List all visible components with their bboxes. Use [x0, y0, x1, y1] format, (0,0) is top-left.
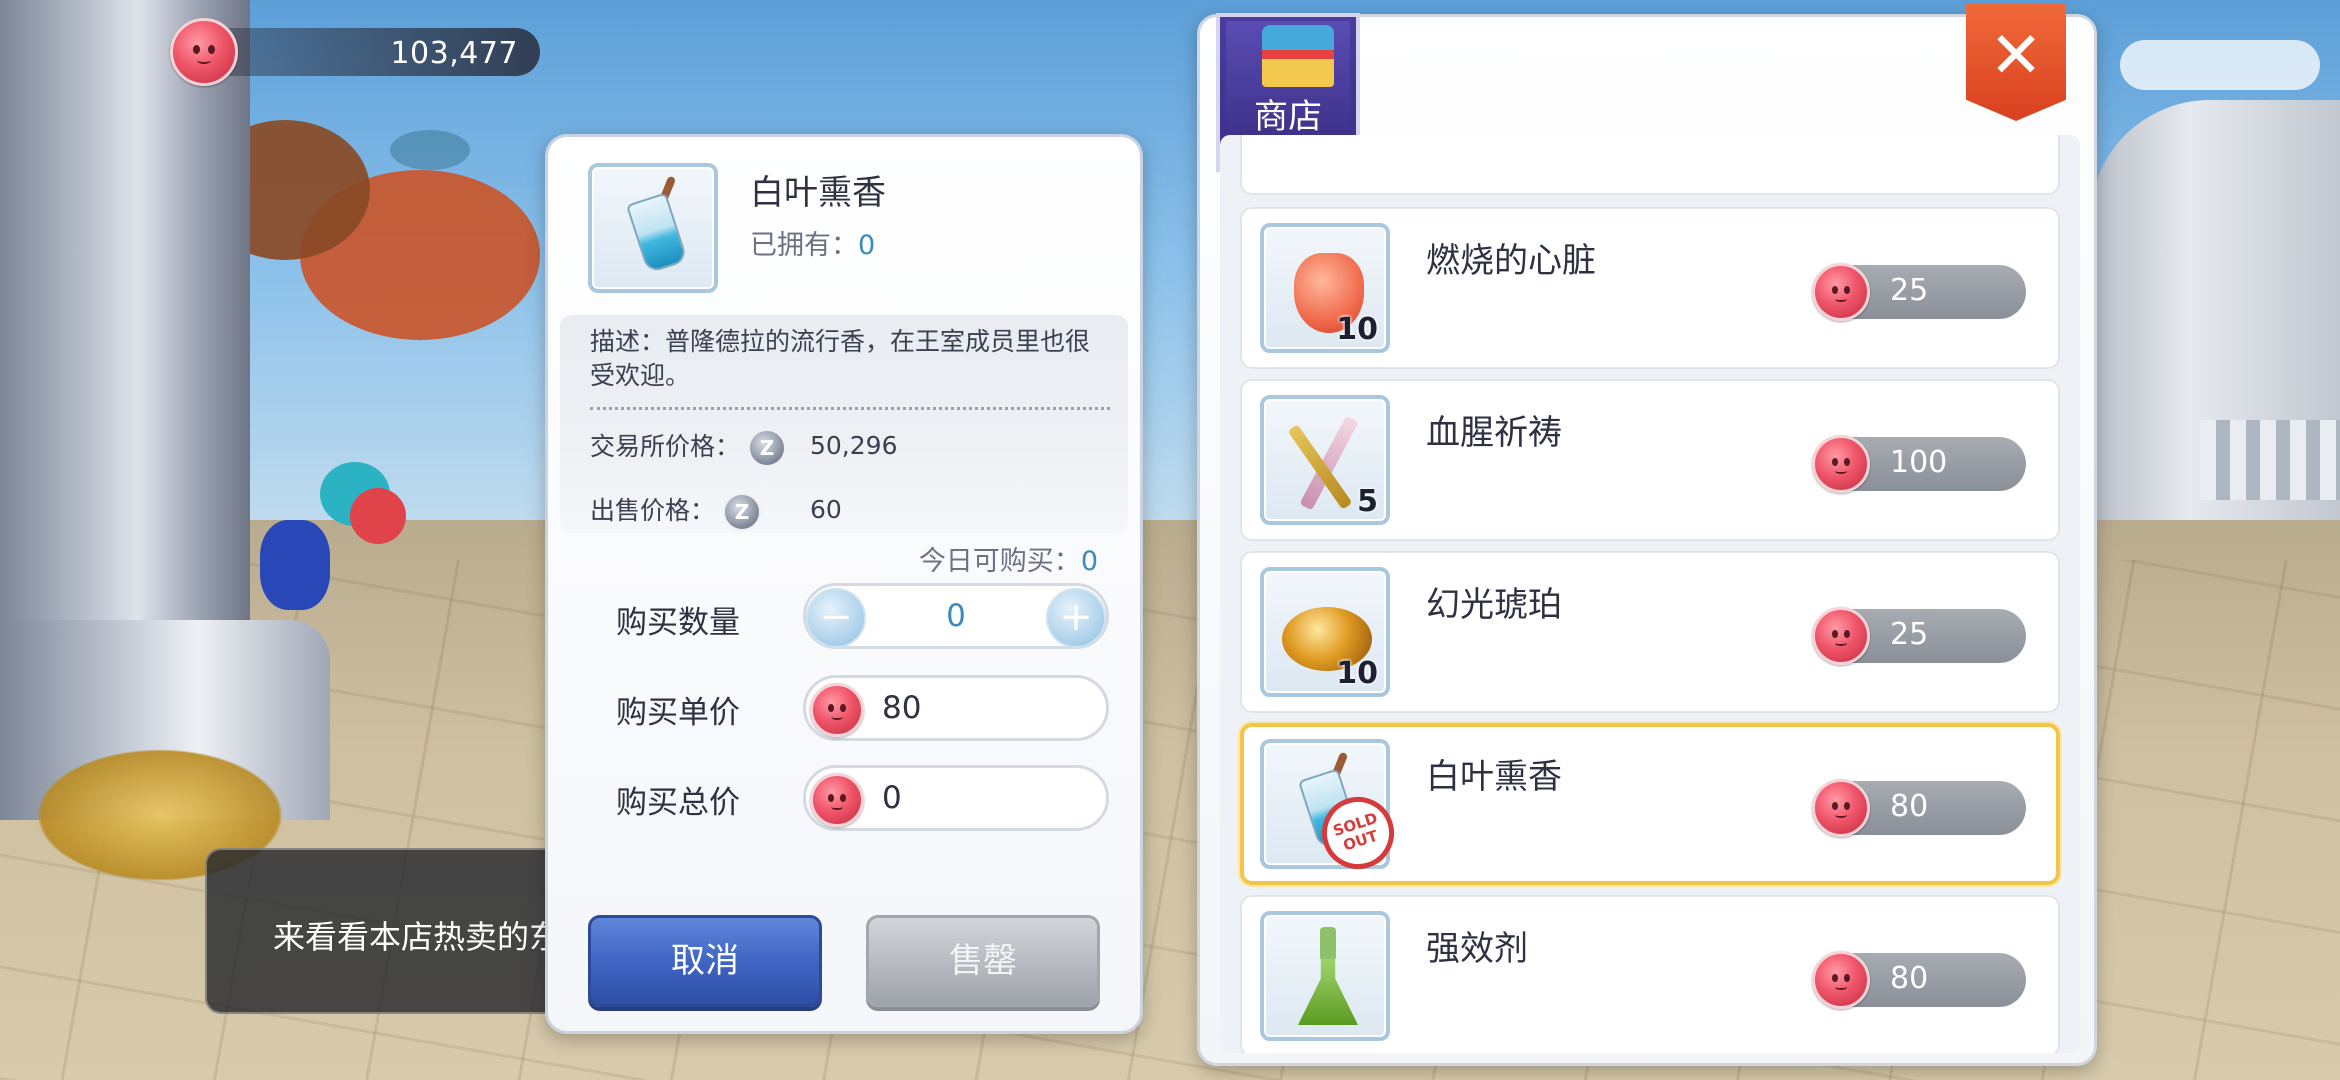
npc-character[interactable] [260, 520, 330, 610]
item-name: 强效剂 [1426, 929, 1528, 969]
unit-price-value: 80 [882, 690, 922, 726]
item-name: 白叶熏香 [1426, 757, 1562, 797]
close-icon: ✕ [1989, 19, 2043, 93]
item-icon-frame: SOLD OUT [1260, 739, 1404, 879]
item-name: 血腥祈祷 [1426, 413, 1562, 453]
increase-quantity-button[interactable]: + [1046, 588, 1106, 648]
currency-amount: 103,477 [390, 36, 518, 71]
close-button[interactable]: ✕ [1966, 3, 2066, 121]
zeny-icon: Z [722, 493, 761, 531]
decrease-quantity-button[interactable]: − [806, 588, 866, 648]
item-price: 25 [1812, 263, 2026, 321]
stone-railing [2200, 420, 2340, 500]
shop-banner-inner: 商店 [1226, 21, 1350, 149]
item-count: 10 [1336, 312, 1378, 347]
item-icon-frame: 5 [1260, 395, 1390, 525]
quantity-label: 购买数量 [616, 605, 740, 641]
cancel-button[interactable]: 取消 [588, 915, 822, 1007]
item-description: 描述：普隆德拉的流行香，在王室成员里也很受欢迎。 [590, 327, 1091, 390]
quantity-stepper[interactable]: 0 − + [803, 583, 1109, 649]
currency-bar: 103,477 [186, 28, 540, 76]
item-name: 燃烧的心脏 [1426, 241, 1596, 281]
item-icon-frame: 10 [1260, 223, 1390, 353]
zeny-icon: Z [747, 429, 786, 467]
owned-count: 已拥有：0 [750, 223, 875, 262]
crossed-daggers-icon [1299, 415, 1359, 511]
poring-coin-icon [1812, 779, 1870, 837]
item-detail-panel: 白叶熏香 已拥有：0 描述：普隆德拉的流行香，在王室成员里也很受欢迎。 交易所价… [545, 134, 1143, 1034]
item-price: 25 [1812, 607, 2026, 665]
owned-value: 0 [858, 230, 876, 261]
unit-price-field: 80 [803, 675, 1109, 741]
daily-limit-label: 今日可购买： [918, 546, 1081, 577]
incense-bottle-icon [625, 192, 689, 274]
sell-price-label: 出售价格： [590, 496, 716, 525]
poring-coin-icon [1812, 435, 1870, 493]
divider [590, 407, 1110, 410]
unit-price-label: 购买单价 [616, 695, 740, 731]
item-name: 白叶熏香 [750, 173, 886, 213]
poring-coin-icon [1812, 951, 1870, 1009]
npc-dialog-text: 来看看本店热卖的东 [273, 918, 562, 956]
shop-header: 商店 ✕ [1200, 3, 2094, 173]
item-detail-icon-frame [588, 163, 718, 293]
cloud [2120, 40, 2320, 90]
owned-label: 已拥有： [750, 230, 858, 261]
exchange-price-row: 交易所价格： Z [590, 427, 786, 467]
shop-item-row-selected[interactable]: SOLD OUT 白叶熏香 80 [1240, 723, 2060, 885]
item-price-value: 80 [1890, 789, 1929, 824]
floating-island [390, 130, 470, 170]
item-description-box: 描述：普隆德拉的流行香，在王室成员里也很受欢迎。 交易所价格： Z 50,296… [560, 315, 1128, 533]
item-price-value: 25 [1890, 617, 1929, 652]
daily-limit: 今日可购买：0 [919, 539, 1098, 578]
total-price-label: 购买总价 [616, 785, 740, 821]
npc-dialog[interactable]: 来看看本店热卖的东 [205, 848, 585, 1014]
shop-item-row[interactable]: 强效剂 80 [1240, 895, 2060, 1053]
poring-coin-icon [810, 773, 864, 827]
shop-item-row[interactable]: 10 幻光琥珀 25 [1240, 551, 2060, 713]
item-count: 10 [1336, 656, 1378, 691]
item-count: 5 [1357, 484, 1378, 519]
item-price: 80 [1812, 779, 2026, 837]
item-price-value: 25 [1890, 273, 1929, 308]
shop-title: 商店 [1254, 97, 1322, 137]
total-price-value: 0 [882, 780, 902, 816]
item-price-value: 80 [1890, 961, 1929, 996]
item-price: 80 [1812, 951, 2026, 1009]
item-price-value: 100 [1890, 445, 1948, 480]
green-flask-icon [1298, 959, 1358, 1025]
poring-coin-icon [810, 683, 864, 737]
poring-coin-icon [1812, 607, 1870, 665]
poring-coin-icon [170, 18, 238, 86]
sold-out-button[interactable]: 售罄 [866, 915, 1100, 1007]
green-flask-icon [1320, 927, 1336, 961]
list-item-partial[interactable] [1240, 135, 2060, 195]
item-icon-frame [1260, 911, 1390, 1041]
shop-item-list[interactable]: 10 燃烧的心脏 25 5 血腥祈祷 100 10 幻光琥珀 25 SOLD O… [1220, 135, 2080, 1053]
shop-panel: 商店 ✕ 10 燃烧的心脏 25 5 血腥祈祷 100 10 幻光琥珀 25 S… [1197, 3, 2097, 1066]
daily-limit-value: 0 [1080, 546, 1098, 577]
shop-stall-icon [1262, 25, 1334, 87]
balloon [350, 488, 406, 544]
exchange-price-label: 交易所价格： [590, 432, 741, 461]
item-icon-frame: 10 [1260, 567, 1390, 697]
poring-coin-icon [1812, 263, 1870, 321]
shop-item-row[interactable]: 10 燃烧的心脏 25 [1240, 207, 2060, 369]
exchange-price-value: 50,296 [810, 431, 898, 460]
total-price-field: 0 [803, 765, 1109, 831]
shop-item-row[interactable]: 5 血腥祈祷 100 [1240, 379, 2060, 541]
item-price: 100 [1812, 435, 2026, 493]
sell-price-value: 60 [810, 495, 842, 524]
item-name: 幻光琥珀 [1426, 585, 1562, 625]
sell-price-row: 出售价格： Z [590, 491, 761, 531]
